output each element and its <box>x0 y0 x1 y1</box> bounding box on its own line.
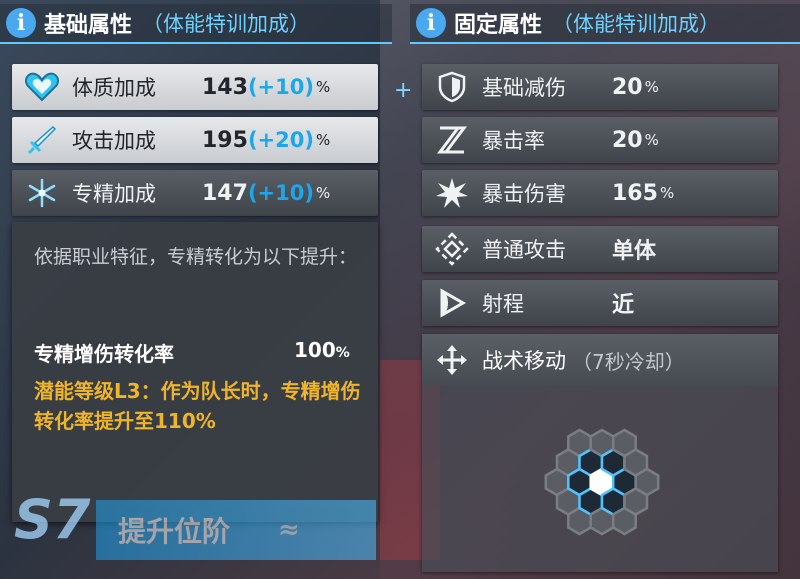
stat-unit: % <box>315 78 331 96</box>
heart-icon <box>12 72 72 102</box>
stat-row-normal-attack[interactable]: 普通攻击 单体 <box>422 226 778 272</box>
stat-unit: % <box>315 131 331 149</box>
stat-bonus: (+10) <box>247 75 314 99</box>
stat-label: 专精加成 <box>72 182 156 206</box>
stat-row-specialty[interactable]: 专精加成 147 (+10) % <box>12 170 378 216</box>
stat-label: 射程 <box>482 292 524 316</box>
stat-bonus: (+10) <box>247 181 314 205</box>
stat-value: 147 <box>202 180 248 206</box>
stat-label: 攻击加成 <box>72 129 156 153</box>
range-icon <box>422 288 482 318</box>
move-arrows-icon <box>422 344 482 376</box>
base-attributes-header: i 基础属性 （体能特训加成） <box>0 4 392 44</box>
fixed-attributes-subtitle: （体能特训加成） <box>552 12 721 36</box>
conversion-rate-number: 100 <box>294 338 336 362</box>
tactical-move-label: 战术移动 <box>482 349 566 373</box>
info-icon[interactable]: i <box>6 8 36 38</box>
stat-value: 单体 <box>612 239 657 264</box>
promote-button[interactable]: 提升位阶 ≈ <box>96 500 376 560</box>
plus-mark: + <box>394 78 413 103</box>
stat-value: 近 <box>612 293 635 318</box>
stat-label: 暴击率 <box>482 129 545 153</box>
tactical-move-header[interactable]: 战术移动 （7秒冷却） <box>422 334 778 386</box>
stat-label: 体质加成 <box>72 76 156 100</box>
potential-bonus-text: 潜能等级L3：作为队长时，专精增伤转化率提升至110% <box>34 379 361 433</box>
stat-unit: % <box>644 131 659 149</box>
base-attributes-subtitle: （体能特训加成） <box>142 12 311 36</box>
crit-rate-icon <box>422 125 482 155</box>
stat-label: 普通攻击 <box>482 238 566 262</box>
conversion-rate-label: 专精增伤转化率 <box>34 342 174 366</box>
conversion-rate-unit: % <box>335 345 350 361</box>
burst-icon <box>422 176 482 210</box>
shield-icon <box>422 71 482 103</box>
promote-button-label: 提升位阶 <box>118 515 231 548</box>
stat-row-constitution[interactable]: 体质加成 143 (+10) % <box>12 64 378 110</box>
promote-arrows-icon: ≈ <box>278 515 300 545</box>
stat-value: 143 <box>202 74 248 100</box>
stat-value: 20 <box>612 74 643 100</box>
stat-label: 暴击伤害 <box>482 182 566 206</box>
conversion-rate-value: 100% <box>294 338 350 362</box>
stat-row-range[interactable]: 射程 近 <box>422 280 778 326</box>
stat-unit: % <box>659 184 675 202</box>
hex-cell <box>634 467 660 497</box>
stat-row-base-damage-reduction[interactable]: 基础减伤 20 % <box>422 64 778 110</box>
stat-value: 20 <box>612 127 643 153</box>
base-attributes-title: 基础属性 <box>44 13 133 38</box>
sword-icon <box>12 124 72 156</box>
movement-hex-grid <box>544 428 660 536</box>
tactical-move-cooldown: （7秒冷却） <box>572 349 685 374</box>
target-diamond-icon <box>422 232 482 266</box>
stat-row-attack[interactable]: 攻击加成 195 (+20) % <box>12 117 378 163</box>
stat-row-crit-rate[interactable]: 暴击率 20 % <box>422 117 778 163</box>
info-icon[interactable]: i <box>416 8 446 38</box>
stat-unit: % <box>644 78 659 96</box>
stat-row-crit-damage[interactable]: 暴击伤害 165 % <box>422 170 778 216</box>
stat-value: 165 <box>612 180 658 206</box>
stat-bonus: (+20) <box>247 128 314 152</box>
tooltip-description: 依据职业特征，专精转化为以下提升： <box>34 246 358 268</box>
stat-value: 195 <box>202 127 248 153</box>
fixed-attributes-header: i 固定属性 （体能特训加成） <box>410 4 800 44</box>
tactical-move-panel: 战术移动 （7秒冷却） <box>422 334 778 572</box>
stat-label: 基础减伤 <box>482 76 566 100</box>
specialty-tooltip: 依据职业特征，专精转化为以下提升： 专精增伤转化率 100% 潜能等级L3：作为… <box>12 222 378 522</box>
snowflake-icon <box>12 177 72 209</box>
fixed-attributes-title: 固定属性 <box>454 13 543 38</box>
level-badge: S7 <box>14 488 91 551</box>
stat-unit: % <box>315 184 331 202</box>
